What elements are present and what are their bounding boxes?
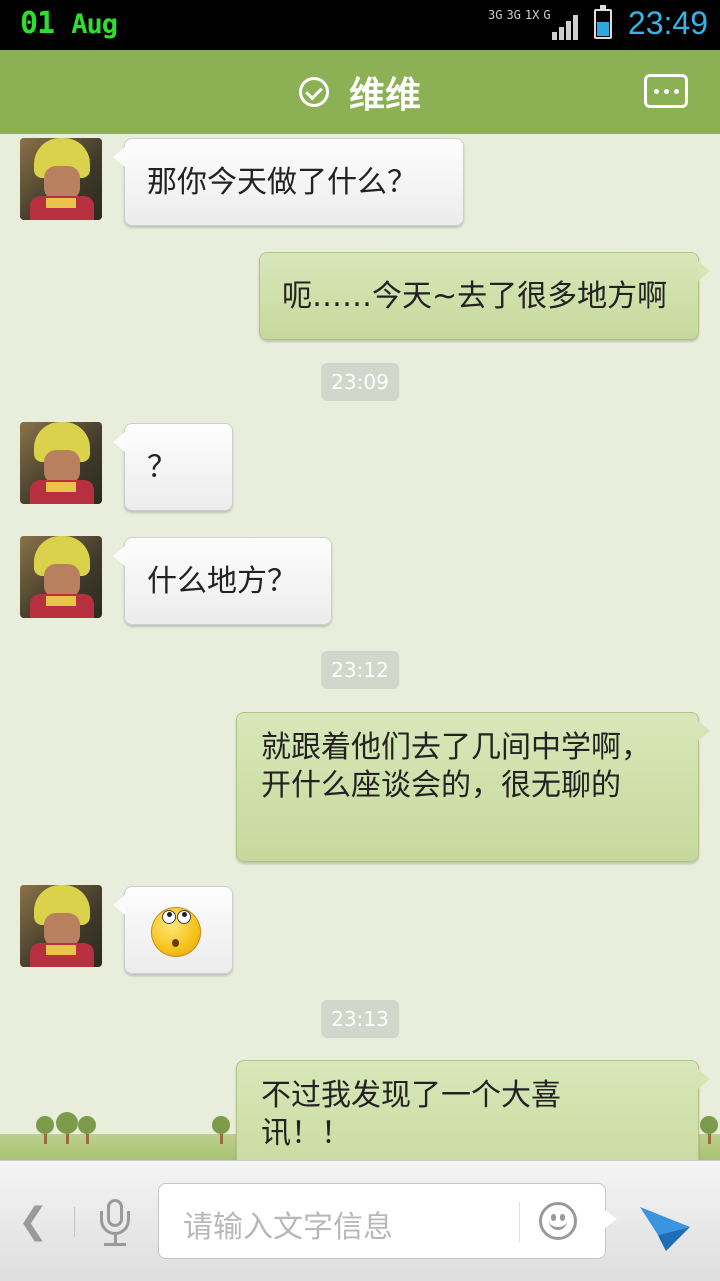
- message-input-placeholder: 请输入文字信息: [183, 1210, 393, 1245]
- chat-more-icon[interactable]: [644, 74, 688, 108]
- contact-avatar[interactable]: [20, 422, 102, 504]
- net-type-2: 3G: [506, 8, 521, 22]
- tree-decoration: [212, 1116, 230, 1144]
- incoming-message-bubble[interactable]: 那你今天做了什么？: [113, 138, 464, 226]
- outgoing-message-bubble[interactable]: 不过我发现了一个大喜讯！！: [236, 1060, 710, 1160]
- message-text: 那你今天做了什么？: [147, 165, 417, 200]
- incoming-message-bubble[interactable]: ？: [113, 423, 233, 511]
- timestamp-badge: 23:09: [321, 363, 399, 401]
- microphone-icon[interactable]: [98, 1199, 134, 1249]
- input-divider: [519, 1202, 520, 1242]
- incoming-message-bubble[interactable]: [113, 886, 233, 974]
- tree-decoration: [56, 1112, 78, 1144]
- rolling-eyes-emoji-icon: [151, 907, 201, 957]
- smiley-icon[interactable]: [539, 1202, 577, 1240]
- status-time: 23:49: [627, 5, 708, 41]
- outgoing-message-bubble[interactable]: 呃……今天~去了很多地方啊: [259, 252, 710, 340]
- tree-decoration: [78, 1116, 96, 1144]
- message-text: 不过我发现了一个大喜讯！！: [261, 1078, 561, 1151]
- net-type-1: 3G: [488, 8, 503, 22]
- message-input-bar: ❮ 请输入文字信息: [0, 1160, 720, 1281]
- check-circle-icon: [298, 77, 329, 107]
- timestamp-badge: 23:12: [321, 651, 399, 689]
- message-text: 什么地方？: [147, 564, 297, 599]
- status-day: 01: [20, 6, 55, 41]
- chevron-left-icon[interactable]: ❮: [18, 1201, 48, 1242]
- status-month: Aug: [71, 9, 118, 40]
- contact-avatar[interactable]: [20, 536, 102, 618]
- incoming-message-bubble[interactable]: 什么地方？: [113, 537, 332, 625]
- status-bar: 01 Aug 3G 3G 1X G 23:49: [0, 0, 720, 50]
- input-bar-divider: [74, 1207, 75, 1237]
- message-input[interactable]: 请输入文字信息: [158, 1183, 617, 1259]
- tree-decoration: [700, 1116, 718, 1144]
- message-text: 就跟着他们去了几间中学啊，开什么座谈会的，很无聊的: [261, 730, 651, 803]
- paper-plane-icon[interactable]: [636, 1197, 692, 1253]
- signal-strength-icon: [552, 14, 582, 40]
- net-type-3: 1X: [524, 8, 540, 22]
- contact-avatar[interactable]: [20, 138, 102, 220]
- message-text: ？: [147, 450, 177, 485]
- message-text: 呃……今天~去了很多地方啊: [282, 279, 668, 314]
- net-type-4: G: [543, 8, 551, 22]
- tree-decoration: [36, 1116, 54, 1144]
- chat-title: 维维: [348, 75, 421, 116]
- timestamp-badge: 23:13: [321, 1000, 399, 1038]
- title-bar: 维维: [0, 50, 720, 140]
- outgoing-message-bubble[interactable]: 就跟着他们去了几间中学啊，开什么座谈会的，很无聊的: [236, 712, 710, 862]
- network-type-indicators: 3G 3G 1X G: [488, 8, 555, 23]
- contact-avatar[interactable]: [20, 885, 102, 967]
- chat-message-list[interactable]: 那你今天做了什么？ 呃……今天~去了很多地方啊 23:09 ？ 什么地方？ 23…: [0, 134, 720, 1160]
- battery-icon: [594, 5, 612, 39]
- status-date: 01 Aug: [20, 6, 118, 41]
